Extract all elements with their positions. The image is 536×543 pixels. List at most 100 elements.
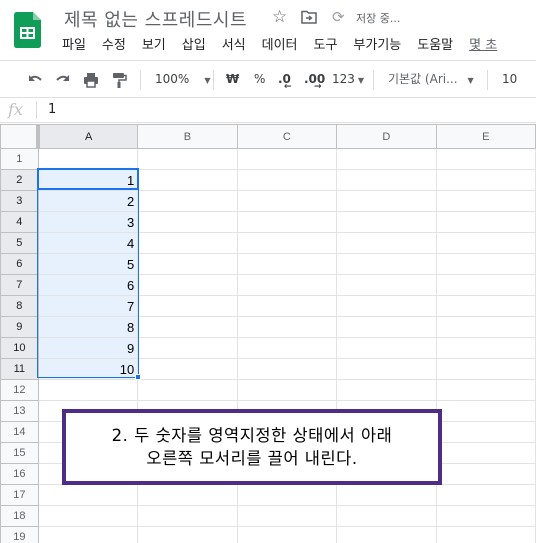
cell[interactable] — [236, 505, 338, 527]
cell[interactable] — [236, 232, 338, 254]
cell[interactable] — [336, 379, 437, 401]
currency-format-button[interactable]: ₩ — [226, 61, 239, 98]
cell[interactable] — [137, 358, 238, 380]
cell[interactable] — [236, 337, 338, 359]
cell[interactable] — [435, 274, 536, 296]
cell[interactable] — [137, 379, 238, 401]
cell[interactable] — [336, 274, 437, 296]
menu-file[interactable]: 파일 — [54, 36, 94, 56]
column-header-c[interactable]: C — [236, 124, 338, 149]
cell[interactable] — [137, 316, 238, 338]
row-header[interactable]: 4 — [0, 211, 39, 233]
select-all-corner[interactable] — [0, 124, 41, 149]
cell[interactable] — [137, 295, 238, 317]
cell-a3[interactable]: 2 — [37, 190, 139, 212]
row-header[interactable]: 11 — [0, 358, 39, 380]
cell[interactable] — [137, 211, 238, 233]
row-header[interactable]: 13 — [0, 400, 39, 422]
cell[interactable] — [435, 484, 536, 506]
cell[interactable] — [137, 274, 238, 296]
cell-a4[interactable]: 3 — [37, 211, 139, 233]
cell[interactable] — [236, 190, 338, 212]
cell[interactable] — [435, 400, 536, 422]
cell[interactable] — [435, 148, 536, 170]
row-header[interactable]: 7 — [0, 274, 39, 296]
cell[interactable] — [435, 505, 536, 527]
row-header[interactable]: 19 — [0, 526, 39, 543]
cell[interactable] — [137, 484, 238, 506]
cell[interactable] — [336, 526, 437, 543]
cell[interactable] — [435, 442, 536, 464]
cell[interactable] — [137, 169, 238, 191]
cell[interactable] — [137, 526, 238, 543]
paint-format-icon[interactable] — [110, 61, 128, 98]
cell[interactable] — [435, 211, 536, 233]
cell[interactable] — [37, 505, 139, 527]
cell-a9[interactable]: 8 — [37, 316, 139, 338]
cell[interactable] — [336, 211, 437, 233]
decrease-decimal-button[interactable]: .0 ← — [278, 61, 292, 98]
cell[interactable] — [236, 358, 338, 380]
percent-format-button[interactable]: % — [254, 61, 265, 98]
cell[interactable] — [236, 484, 338, 506]
cell-a6[interactable]: 5 — [37, 253, 139, 275]
print-icon[interactable] — [82, 61, 100, 98]
cell[interactable] — [336, 232, 437, 254]
cell[interactable] — [336, 484, 437, 506]
cell[interactable] — [336, 358, 437, 380]
cell[interactable] — [236, 148, 338, 170]
menu-insert[interactable]: 삽입 — [174, 36, 214, 56]
cell-a11[interactable]: 10 — [37, 358, 139, 380]
row-header[interactable]: 15 — [0, 442, 39, 464]
cell[interactable] — [435, 253, 536, 275]
star-icon[interactable]: ☆ — [272, 8, 287, 26]
move-to-folder-icon[interactable] — [301, 10, 317, 24]
cell[interactable] — [236, 211, 338, 233]
undo-icon[interactable] — [26, 61, 44, 98]
cell[interactable] — [137, 232, 238, 254]
cell[interactable] — [137, 148, 238, 170]
cell[interactable] — [137, 253, 238, 275]
formula-input[interactable]: 1 — [48, 102, 56, 118]
cell[interactable] — [236, 253, 338, 275]
column-header-b[interactable]: B — [137, 124, 238, 149]
cell[interactable] — [435, 358, 536, 380]
column-header-e[interactable]: E — [435, 124, 536, 149]
cell[interactable] — [435, 421, 536, 443]
cell[interactable] — [236, 169, 338, 191]
cell-a8[interactable]: 7 — [37, 295, 139, 317]
cell[interactable] — [37, 526, 139, 543]
cell-a1[interactable] — [37, 148, 139, 170]
more-formats-button[interactable]: 123 ▼ — [332, 61, 364, 98]
zoom-select[interactable]: 100% ▼ — [155, 61, 210, 98]
cell-a5[interactable]: 4 — [37, 232, 139, 254]
cell[interactable] — [435, 190, 536, 212]
row-header[interactable]: 18 — [0, 505, 39, 527]
row-header[interactable]: 1 — [0, 148, 39, 170]
document-title[interactable]: 제목 없는 스프레드시트 — [64, 6, 247, 32]
cell[interactable] — [336, 148, 437, 170]
row-header[interactable]: 16 — [0, 463, 39, 485]
row-header[interactable]: 3 — [0, 190, 39, 212]
row-header[interactable]: 9 — [0, 316, 39, 338]
row-header[interactable]: 5 — [0, 232, 39, 254]
cell[interactable] — [236, 295, 338, 317]
row-header[interactable]: 12 — [0, 379, 39, 401]
cell-a2[interactable]: 1 — [37, 169, 139, 191]
menu-edit[interactable]: 수정 — [94, 36, 134, 56]
menu-view[interactable]: 보기 — [134, 36, 174, 56]
redo-icon[interactable] — [54, 61, 72, 98]
cell[interactable] — [435, 526, 536, 543]
row-header[interactable]: 14 — [0, 421, 39, 443]
cell[interactable] — [336, 190, 437, 212]
last-edit-link[interactable]: 몇 초 — [461, 36, 505, 56]
cell[interactable] — [435, 463, 536, 485]
cell[interactable] — [236, 316, 338, 338]
sheets-logo-icon[interactable] — [14, 12, 41, 48]
cell[interactable] — [137, 190, 238, 212]
cell[interactable] — [236, 526, 338, 543]
cell[interactable] — [37, 379, 139, 401]
fill-handle[interactable] — [135, 374, 141, 380]
row-header[interactable]: 6 — [0, 253, 39, 275]
cell[interactable] — [336, 316, 437, 338]
